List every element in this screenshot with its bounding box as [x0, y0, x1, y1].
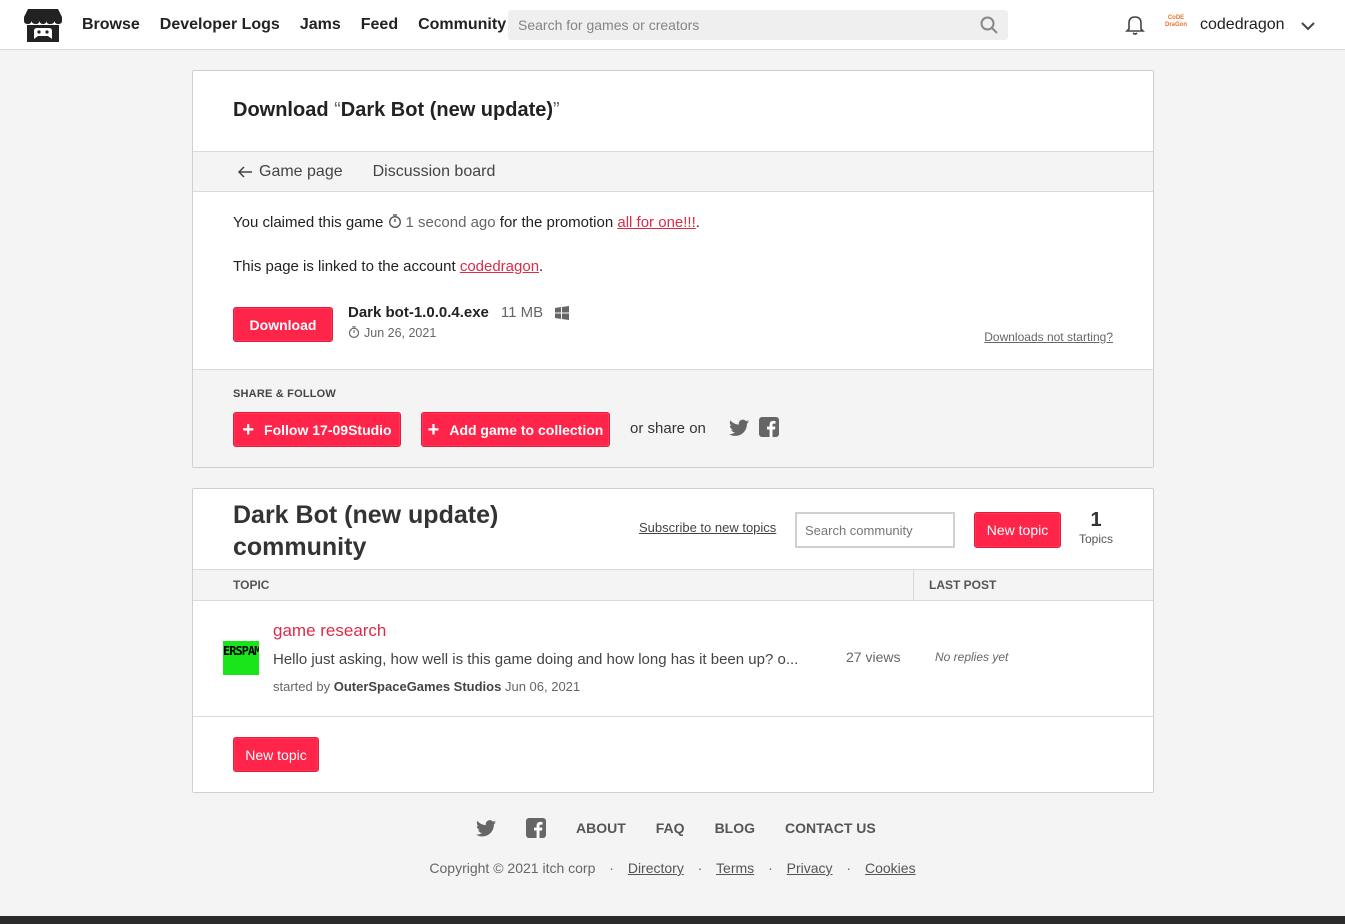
claimed-text: You claimed this game 1 second ago for t… [233, 214, 700, 231]
copyright-line: Copyright © 2021 itch corp · Directory ·… [429, 860, 916, 876]
twitter-icon[interactable] [476, 819, 496, 837]
download-card: Download “Dark Bot (new update)” Game pa… [192, 70, 1154, 468]
topic-row: ERSPAMES game research Hello just asking… [193, 601, 1153, 717]
discussion-board-label: Discussion board [372, 162, 496, 180]
topic-date: Jun 06, 2021 [504, 679, 581, 694]
user-avatar[interactable]: CoDE DraGon [1163, 15, 1189, 35]
topic-last-post: No replies yet [935, 650, 1009, 664]
bell-icon[interactable] [1125, 14, 1145, 36]
footer-blog[interactable]: BLOG [715, 820, 755, 836]
topic-title-link[interactable]: game research [273, 621, 386, 641]
facebook-icon[interactable] [526, 818, 546, 838]
file-size: 11 MB [500, 304, 544, 321]
search-input[interactable] [508, 10, 968, 40]
plus-icon: + [242, 418, 255, 441]
collection-label: Add game to collection [449, 421, 604, 438]
title-prefix: Download [233, 99, 329, 121]
claimed-time: 1 second ago [405, 214, 496, 231]
username[interactable]: codedragon [1200, 0, 1285, 50]
download-subnav: Game page Discussion board [193, 151, 1153, 192]
nav-browse[interactable]: Browse [82, 16, 140, 34]
discussion-board-link[interactable]: Discussion board [373, 163, 496, 181]
follow-label: Follow 17-09Studio [264, 421, 392, 438]
community-search [795, 512, 955, 548]
file-date: Jun 26, 2021 [348, 326, 436, 340]
footer-links: ABOUT FAQ BLOG CONTACT US [476, 815, 876, 841]
account-link[interactable]: codedragon [460, 258, 539, 275]
share-follow-label: SHARE & FOLLOW [233, 388, 337, 400]
follow-button[interactable]: + Follow 17-09Studio [233, 412, 401, 447]
footer-faq[interactable]: FAQ [656, 820, 685, 836]
claimed-prefix: You claimed this game [233, 214, 384, 231]
chevron-down-icon[interactable] [1300, 18, 1316, 34]
community-search-input[interactable] [797, 514, 953, 546]
topic-views: 27 views [846, 649, 901, 665]
file-name: Dark bot-1.0.0.4.exe [348, 304, 489, 321]
nav-developer-logs[interactable]: Developer Logs [160, 16, 280, 34]
twitter-icon[interactable] [729, 419, 749, 437]
topic-table-header: TOPIC LAST POST [193, 569, 1153, 601]
new-topic-button-bottom[interactable]: New topic [233, 737, 319, 772]
linked-text: This page is linked to the account coded… [233, 258, 544, 275]
topic-author[interactable]: OuterSpaceGames Studios [334, 679, 502, 694]
plus-icon: + [427, 418, 440, 441]
footer-cookies[interactable]: Cookies [865, 860, 916, 876]
nav-community[interactable]: Community [418, 16, 506, 34]
footer-contact[interactable]: CONTACT US [785, 820, 876, 836]
top-header: Browse Developer Logs Jams Feed Communit… [0, 0, 1345, 50]
community-card: Dark Bot (new update) community Subscrib… [192, 488, 1154, 793]
share-on-label: or share on [630, 420, 706, 437]
main-nav: Browse Developer Logs Jams Feed Communit… [82, 0, 506, 50]
subscribe-link[interactable]: Subscribe to new topics [639, 520, 776, 535]
community-title: Dark Bot (new update) community [233, 501, 499, 561]
page-title: Download “Dark Bot (new update)” [233, 99, 560, 121]
promotion-link[interactable]: all for one!!! [617, 214, 695, 231]
topics-count: 1 Topics [1073, 509, 1119, 546]
footer-about[interactable]: ABOUT [576, 820, 626, 836]
footer-terms[interactable]: Terms [716, 860, 754, 876]
facebook-icon[interactable] [759, 417, 779, 437]
file-date-value: Jun 26, 2021 [364, 326, 437, 340]
game-page-label: Game page [259, 162, 343, 180]
search-icon[interactable] [980, 16, 998, 34]
footer-directory[interactable]: Directory [628, 860, 684, 876]
stopwatch-icon [388, 214, 401, 228]
new-topic-button[interactable]: New topic [974, 512, 1061, 548]
downloads-not-starting-link[interactable]: Downloads not starting? [984, 330, 1113, 344]
bottom-bar [0, 916, 1345, 924]
nav-feed[interactable]: Feed [361, 16, 398, 34]
share-follow-section: SHARE & FOLLOW + Follow 17-09Studio + Ad… [193, 369, 1153, 467]
claimed-mid: for the promotion [499, 214, 614, 231]
game-page-link[interactable]: Game page [237, 163, 343, 181]
topics-count-label: Topics [1078, 532, 1113, 546]
column-last-post: LAST POST [913, 570, 996, 600]
topic-meta: started by OuterSpaceGames Studios Jun 0… [273, 679, 580, 694]
topics-count-value: 1 [1090, 509, 1102, 531]
windows-icon [555, 305, 570, 320]
add-to-collection-button[interactable]: + Add game to collection [421, 412, 610, 447]
topic-excerpt: Hello just asking, how well is this game… [273, 651, 799, 668]
nav-jams[interactable]: Jams [300, 16, 341, 34]
itch-logo-icon[interactable] [24, 7, 62, 44]
started-by-label: started by [273, 679, 331, 694]
arrow-left-icon [237, 165, 252, 178]
footer-privacy[interactable]: Privacy [787, 860, 833, 876]
header-search [508, 10, 1008, 40]
author-avatar[interactable]: ERSPAMES [223, 641, 259, 675]
column-topic: TOPIC [233, 578, 270, 592]
linked-prefix: This page is linked to the account [233, 258, 456, 275]
file-info: Dark bot-1.0.0.4.exe 11 MB [348, 304, 570, 321]
stopwatch-icon [348, 326, 360, 338]
copyright-text: Copyright © 2021 itch corp [429, 860, 596, 876]
game-title: Dark Bot (new update) [340, 99, 554, 121]
download-button[interactable]: Download [233, 307, 333, 342]
